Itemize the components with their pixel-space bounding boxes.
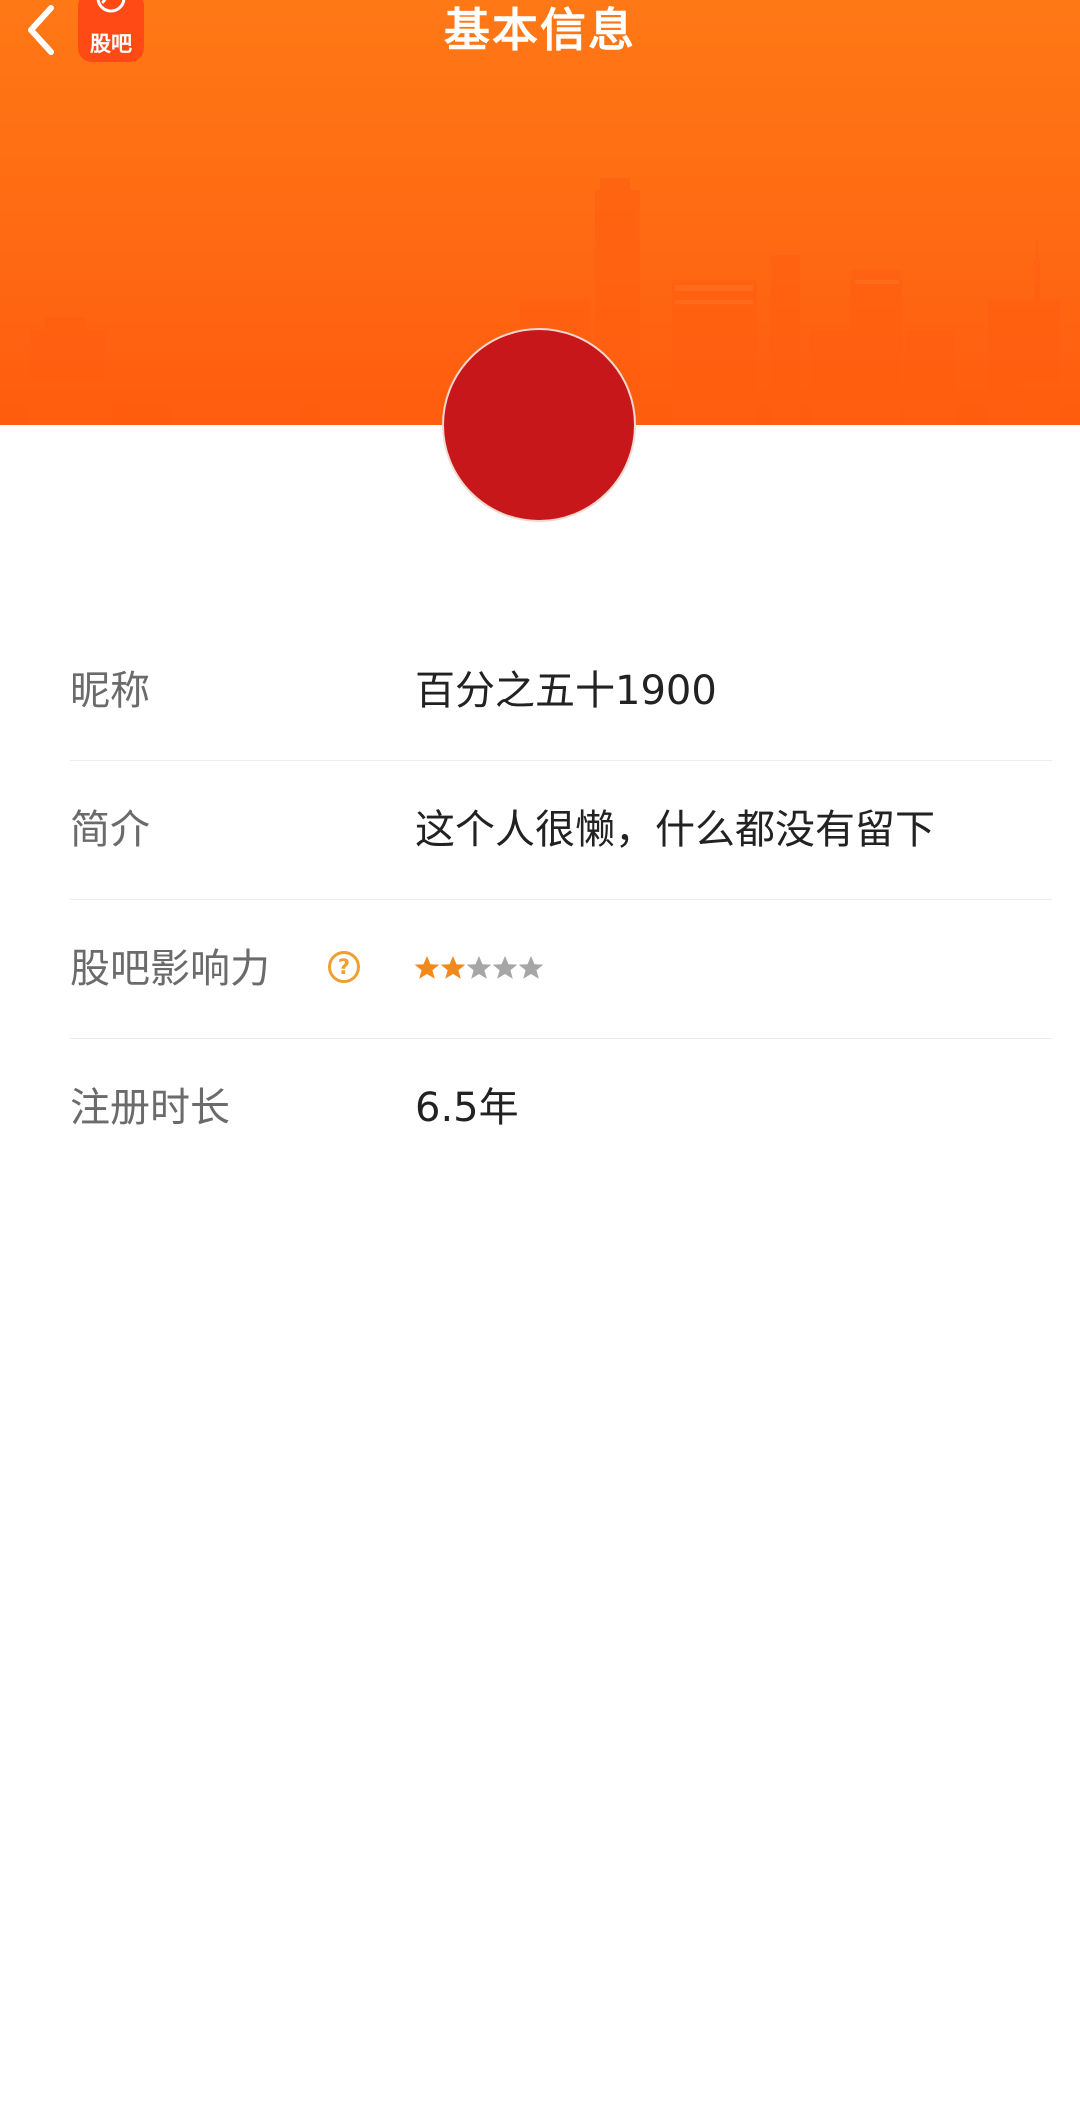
star-empty-icon	[466, 956, 492, 979]
info-row-registration: 注册时长 6.5年	[70, 1039, 1052, 1177]
page-title: 基本信息	[444, 3, 636, 57]
star-filled-icon	[440, 956, 466, 979]
bio-value: 这个人很懒，什么都没有留下	[415, 807, 935, 853]
nickname-value: 百分之五十1900	[415, 668, 717, 714]
star-filled-icon	[414, 956, 440, 979]
info-row-influence: 股吧影响力 ?	[70, 900, 1052, 1039]
star-empty-icon	[518, 956, 544, 979]
nickname-label: 昵称	[70, 668, 150, 714]
help-icon[interactable]: ?	[328, 951, 360, 983]
info-row-bio: 简介 这个人很懒，什么都没有留下	[70, 761, 1052, 900]
info-row-nickname: 昵称 百分之五十1900	[70, 622, 1052, 761]
influence-label: 股吧影响力	[70, 946, 270, 992]
bio-label: 简介	[70, 807, 150, 853]
influence-stars	[414, 948, 544, 988]
avatar[interactable]	[442, 328, 636, 522]
registration-value: 6.5年	[415, 1085, 519, 1131]
registration-label: 注册时长	[70, 1085, 230, 1131]
info-list: 昵称 百分之五十1900 简介 这个人很懒，什么都没有留下 股吧影响力 ? 注册…	[70, 622, 1052, 1177]
star-empty-icon	[492, 956, 518, 979]
